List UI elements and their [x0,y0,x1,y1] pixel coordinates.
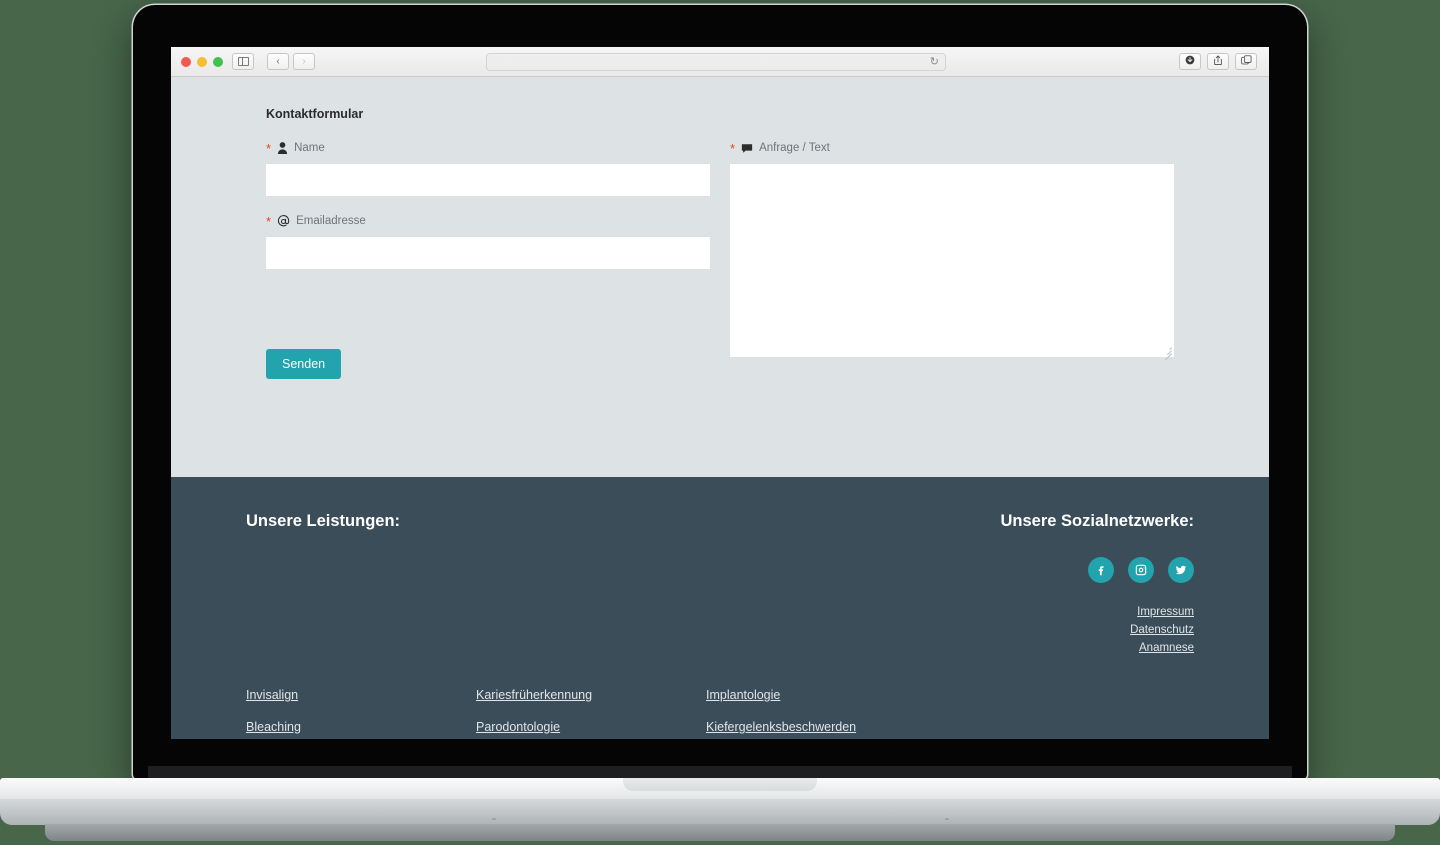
required-marker: * [730,140,736,156]
legal-links: Impressum Datenschutz Anamnese [979,606,1194,654]
twitter-link[interactable] [1168,557,1194,583]
at-icon [277,214,290,228]
services-column-3: Implantologie Kiefergelenksbeschwerden S… [706,688,936,739]
email-field-label: * Emailadresse [266,214,710,228]
message-textarea-wrapper [730,164,1174,361]
service-link[interactable]: Kiefergelenksbeschwerden [706,720,936,734]
base-dot-left [492,818,496,820]
back-button[interactable]: ‹ [267,53,289,70]
forward-button[interactable]: › [293,53,315,70]
browser-window: ‹ › ↻ Kontaktformular * Name * Emailadre… [171,47,1269,739]
contact-form: * Name * Emailadresse Senden * Anfrage /… [266,141,1174,379]
social-icon-list [979,557,1194,583]
social-heading: Unsere Sozialnetzwerke: [1000,512,1195,530]
toolbar-right-actions [1179,53,1257,70]
chevron-left-icon: ‹ [276,55,280,67]
navigation-buttons: ‹ › [267,53,315,70]
address-bar[interactable]: ↻ [486,52,946,71]
downloads-button[interactable] [1179,53,1201,70]
name-label-text: Name [294,142,325,154]
laptop-mockup: ‹ › ↻ Kontaktformular * Name * Emailadre… [133,5,1307,780]
service-link[interactable]: Parodontologie [476,720,706,734]
facebook-icon [1098,566,1104,576]
sidebar-icon [237,56,249,67]
laptop-base-bottom [0,799,1440,825]
tabs-icon [1240,55,1252,68]
facebook-link[interactable] [1088,557,1114,583]
service-link[interactable]: Invisalign [246,688,476,702]
instagram-link[interactable] [1128,557,1154,583]
contact-form-section: Kontaktformular * Name * Emailadresse Se… [171,77,1269,477]
base-dot-right [945,818,949,820]
social-section: Unsere Sozialnetzwerke: Impressum Datens… [979,512,1194,660]
laptop-foot-bar [45,824,1395,841]
sidebar-toggle-button[interactable] [232,53,254,70]
services-column-2: Kariesfrüherkennung Parodontologie Venee… [476,688,706,739]
services-heading: Unsere Leistungen: [246,512,401,530]
minimize-window-button[interactable] [197,56,207,67]
reload-icon[interactable]: ↻ [930,55,939,68]
message-label-text: Anfrage / Text [759,142,830,154]
message-field-label: * Anfrage / Text [730,141,1174,155]
service-link[interactable]: Bleaching [246,720,476,734]
form-right-column: * Anfrage / Text [730,141,1174,379]
chevron-right-icon: › [302,55,306,67]
page-body: Kontaktformular * Name * Emailadresse Se… [171,77,1269,739]
twitter-icon [1175,565,1187,575]
laptop-notch [623,778,817,791]
share-icon [1213,54,1223,69]
service-link[interactable]: Implantologie [706,688,936,702]
required-marker: * [266,140,272,156]
person-icon [277,142,288,154]
email-input[interactable] [266,237,710,269]
message-textarea[interactable] [730,164,1174,357]
instagram-icon [1135,564,1147,576]
form-left-column: * Name * Emailadresse Senden [266,141,710,379]
tabs-overview-button[interactable] [1235,53,1257,70]
services-column-1: Invisalign Bleaching Individuelle Prophy… [246,688,476,739]
name-field-label: * Name [266,141,710,155]
comment-icon [741,143,753,154]
legal-link-anamnese[interactable]: Anamnese [979,642,1194,654]
service-link[interactable]: Kariesfrüherkennung [476,688,706,702]
downloads-icon [1185,55,1195,68]
submit-button[interactable]: Senden [266,349,342,379]
maximize-window-button[interactable] [213,56,223,67]
services-links-grid: Invisalign Bleaching Individuelle Prophy… [246,688,1194,739]
browser-toolbar: ‹ › ↻ [171,47,1269,77]
name-input[interactable] [266,164,710,196]
laptop-base [0,766,1440,845]
page-title: Kontaktformular [266,107,364,121]
email-label-text: Emailadresse [296,215,366,227]
site-footer: Unsere Leistungen: Unsere Sozialnetzwerk… [171,477,1269,739]
laptop-base-top [0,778,1440,800]
legal-link-impressum[interactable]: Impressum [979,606,1194,618]
window-controls [181,56,223,67]
required-marker: * [266,213,272,229]
close-window-button[interactable] [181,56,191,67]
legal-link-datenschutz[interactable]: Datenschutz [979,624,1194,636]
footer-top-row: Unsere Leistungen: Unsere Sozialnetzwerk… [246,512,1194,660]
share-button[interactable] [1207,53,1229,70]
